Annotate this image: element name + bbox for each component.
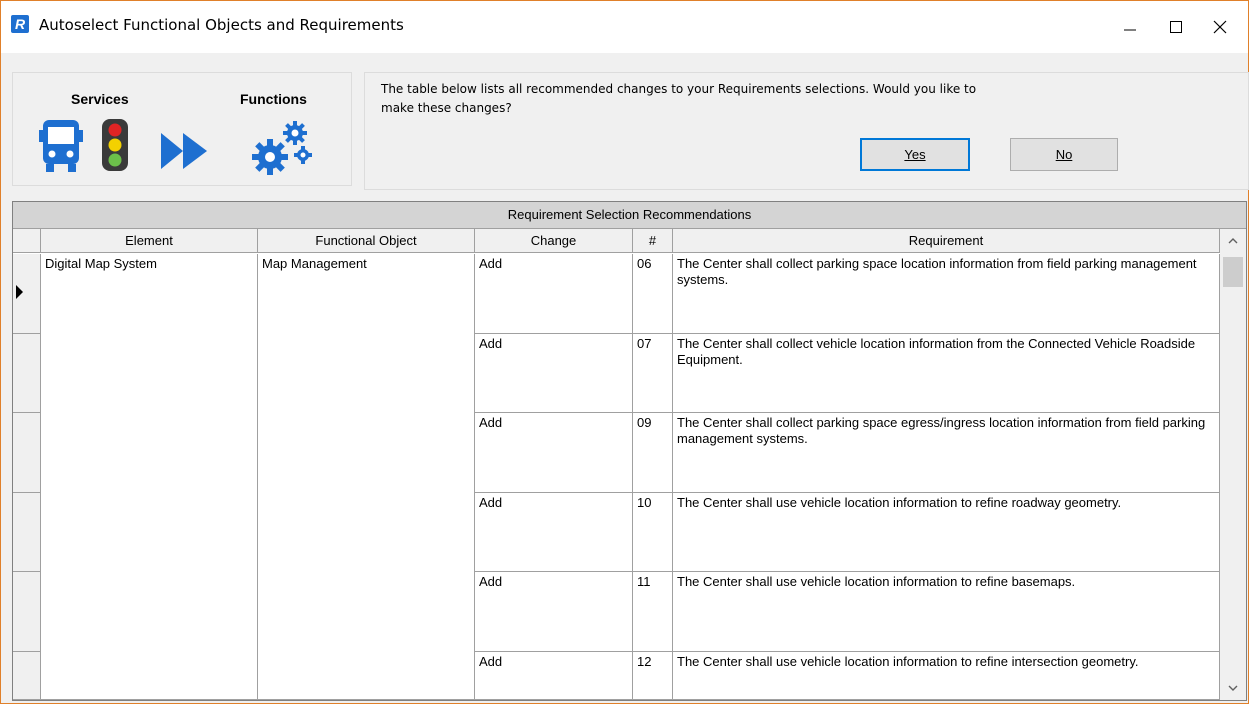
number-cell[interactable]: 11 (633, 572, 673, 652)
table-caption: Requirement Selection Recommendations (13, 202, 1246, 229)
row-selector[interactable] (13, 254, 41, 334)
chevron-down-icon (1228, 685, 1238, 691)
prompt-line-2: make these changes? (381, 101, 512, 115)
scrollbar-thumb[interactable] (1223, 257, 1243, 287)
change-cell[interactable]: Add (475, 572, 633, 652)
row-selector[interactable] (13, 493, 41, 572)
element-cell[interactable]: Digital Map System (41, 254, 258, 700)
prompt-text: The table below lists all recommended ch… (381, 80, 1141, 118)
no-button[interactable]: No (1010, 138, 1118, 171)
close-icon (1213, 20, 1227, 34)
chevron-up-icon (1228, 238, 1238, 244)
requirement-cell[interactable]: The Center shall collect vehicle locatio… (673, 334, 1220, 413)
requirement-cell[interactable]: The Center shall use vehicle location in… (673, 572, 1220, 652)
maximize-icon (1170, 21, 1182, 33)
requirement-cell[interactable]: The Center shall collect parking space l… (673, 254, 1220, 334)
change-cell[interactable]: Add (475, 254, 633, 334)
gears-icon (252, 121, 312, 175)
functions-label: Functions (240, 91, 307, 107)
number-cell[interactable]: 10 (633, 493, 673, 572)
requirement-cell[interactable]: The Center shall collect parking space e… (673, 413, 1220, 493)
column-header-number[interactable]: # (633, 229, 673, 253)
maximize-button[interactable] (1153, 1, 1199, 53)
row-selector[interactable] (13, 652, 41, 700)
number-cell[interactable]: 09 (633, 413, 673, 493)
number-cell[interactable]: 12 (633, 652, 673, 700)
change-cell[interactable]: Add (475, 652, 633, 700)
scroll-down-button[interactable] (1220, 676, 1246, 700)
row-selector[interactable] (13, 334, 41, 413)
requirement-cell[interactable]: The Center shall use vehicle location in… (673, 493, 1220, 572)
scroll-up-button[interactable] (1220, 229, 1246, 253)
yes-button[interactable]: Yes (860, 138, 970, 171)
requirement-cell[interactable]: The Center shall use vehicle location in… (673, 652, 1220, 700)
vertical-scrollbar[interactable] (1220, 229, 1246, 700)
prompt-line-1: The table below lists all recommended ch… (381, 82, 977, 96)
title-bar[interactable]: R Autoselect Functional Objects and Requ… (1, 1, 1248, 53)
change-cell[interactable]: Add (475, 493, 633, 572)
number-cell[interactable]: 06 (633, 254, 673, 334)
close-button[interactable] (1197, 1, 1243, 53)
services-label: Services (71, 91, 129, 107)
change-cell[interactable]: Add (475, 413, 633, 493)
minimize-button[interactable] (1107, 1, 1153, 53)
current-row-arrow-icon (16, 285, 23, 299)
window-title: Autoselect Functional Objects and Requir… (39, 16, 404, 34)
number-cell[interactable]: 07 (633, 334, 673, 413)
bus-icon (39, 120, 83, 172)
column-header-requirement[interactable]: Requirement (673, 229, 1220, 253)
column-header-functional-object[interactable]: Functional Object (258, 229, 475, 253)
yes-button-label: Yes (904, 147, 926, 162)
recommendations-table[interactable]: Requirement Selection Recommendations El… (12, 201, 1247, 701)
row-header-corner (13, 229, 41, 253)
traffic-light-icon (102, 119, 128, 171)
change-cell[interactable]: Add (475, 334, 633, 413)
minimize-icon (1124, 29, 1136, 31)
column-header-change[interactable]: Change (475, 229, 633, 253)
row-selector[interactable] (13, 413, 41, 493)
app-logo-icon: R (11, 15, 29, 33)
functional-object-cell[interactable]: Map Management (258, 254, 475, 700)
no-button-label: No (1055, 147, 1073, 162)
dialog-window: R Autoselect Functional Objects and Requ… (0, 0, 1249, 704)
row-selector[interactable] (13, 572, 41, 652)
forward-arrows-icon (161, 133, 207, 169)
column-header-element[interactable]: Element (41, 229, 258, 253)
